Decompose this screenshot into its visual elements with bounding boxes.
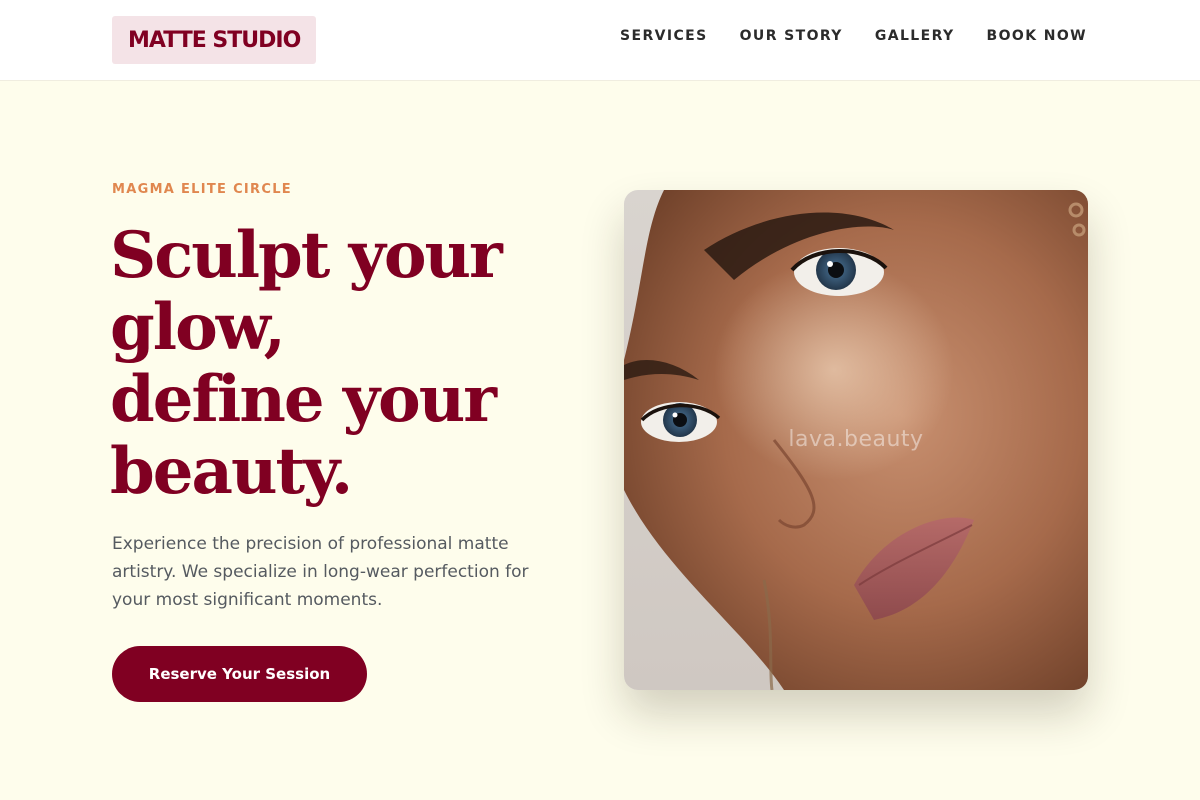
hero-headline: Sculpt your glow, define your beauty. bbox=[110, 220, 580, 508]
headline-line: glow, bbox=[110, 290, 286, 365]
nav-link-book-now[interactable]: BOOK NOW bbox=[987, 28, 1087, 44]
headline-line: define your bbox=[110, 362, 497, 437]
main-nav: SERVICES OUR STORY GALLERY BOOK NOW bbox=[620, 28, 1087, 44]
site-header: MATTE STUDIO SERVICES OUR STORY GALLERY … bbox=[0, 0, 1200, 81]
image-watermark: lava.beauty bbox=[788, 427, 924, 452]
hero-eyebrow: MAGMA ELITE CIRCLE bbox=[112, 182, 292, 197]
brand-logo[interactable]: MATTE STUDIO bbox=[112, 16, 317, 64]
nav-link-our-story[interactable]: OUR STORY bbox=[740, 28, 843, 44]
reserve-session-button[interactable]: Reserve Your Session bbox=[112, 646, 367, 702]
nav-link-gallery[interactable]: GALLERY bbox=[875, 28, 955, 44]
headline-line: beauty. bbox=[110, 434, 353, 509]
headline-line: Sculpt your bbox=[110, 218, 503, 293]
hero-description: Experience the precision of professional… bbox=[112, 534, 529, 610]
hero-portrait-image: lava.beauty bbox=[624, 190, 1088, 690]
nav-link-services[interactable]: SERVICES bbox=[620, 28, 708, 44]
